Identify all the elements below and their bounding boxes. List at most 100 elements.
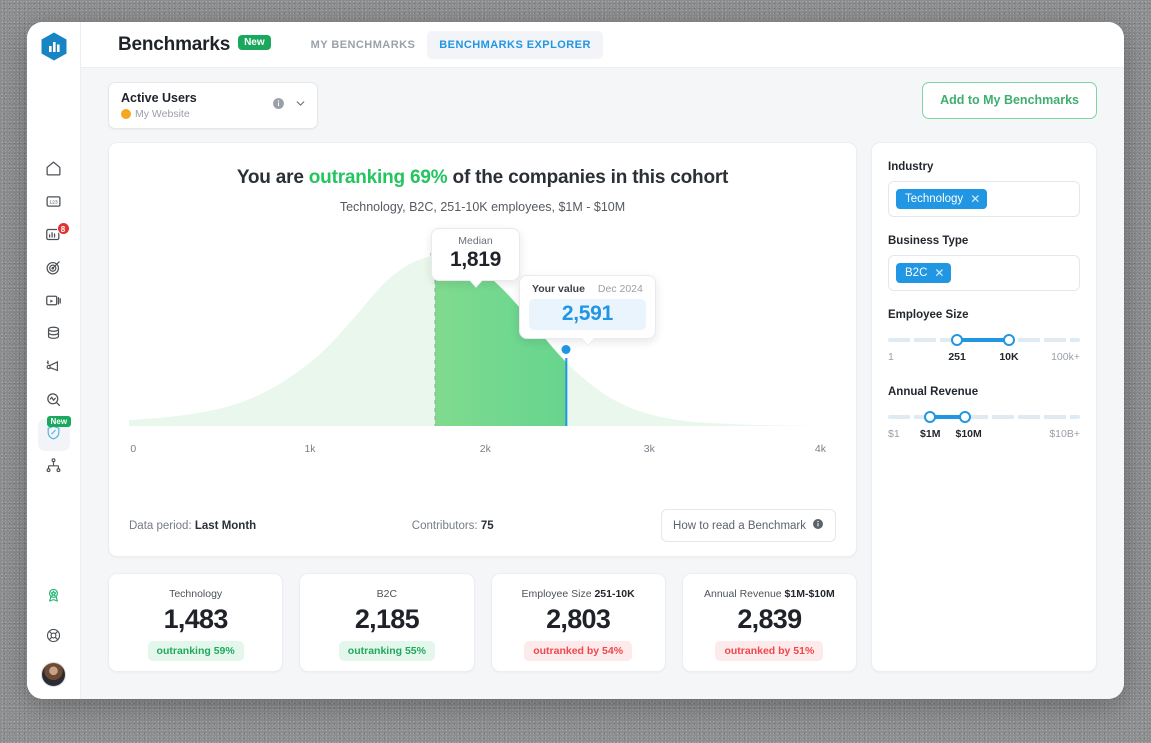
slider-range-fill bbox=[957, 338, 1009, 342]
avatar[interactable] bbox=[41, 662, 66, 687]
lifebuoy-help-icon bbox=[45, 627, 62, 649]
close-icon[interactable]: ✕ bbox=[934, 267, 944, 279]
x-tick-3k: 3k bbox=[643, 443, 655, 455]
megaphone-icon bbox=[45, 358, 62, 380]
stat-card-annual-revenue[interactable]: Annual Revenue $1M-$10M 2,839 outranked … bbox=[681, 573, 857, 672]
rail-bottom-group bbox=[38, 582, 70, 699]
sidebar-item-help[interactable] bbox=[38, 622, 70, 654]
numbers-123-icon: 123 bbox=[45, 193, 62, 215]
your-value-marker-dot bbox=[561, 345, 571, 354]
left-column: You are outranking 69% of the companies … bbox=[108, 142, 857, 672]
sidebar-item-team[interactable] bbox=[38, 452, 70, 484]
stat-card-title: B2C bbox=[310, 588, 463, 600]
chevron-down-icon[interactable] bbox=[294, 97, 307, 115]
add-to-my-benchmarks-button[interactable]: Add to My Benchmarks bbox=[922, 82, 1097, 119]
chip-b2c[interactable]: B2C ✕ bbox=[896, 263, 952, 283]
your-value-tooltip: Your value Dec 2024 2,591 bbox=[519, 275, 656, 346]
sidebar-item-numbers[interactable]: 123 bbox=[38, 188, 70, 220]
sidebar-item-data[interactable] bbox=[38, 320, 70, 352]
metric-selector[interactable]: Active Users My Website bbox=[108, 82, 318, 129]
stat-card-value: 1,483 bbox=[163, 604, 229, 634]
benchmarks-new-badge: New bbox=[46, 416, 72, 427]
cohort-subheadline: Technology, B2C, 251-10K employees, $1M … bbox=[339, 200, 626, 214]
headline-pre: You are bbox=[236, 167, 309, 188]
median-tooltip: Median 1,819 bbox=[431, 228, 521, 288]
sidebar-item-sessions[interactable] bbox=[38, 287, 70, 319]
stat-title-text: B2C bbox=[376, 588, 398, 600]
business-type-filter-label: Business Type bbox=[888, 235, 969, 247]
how-to-read-label: How to read a Benchmark bbox=[673, 519, 806, 532]
status-badge: outranked by 51% bbox=[715, 641, 824, 661]
status-badge: outranked by 54% bbox=[524, 641, 633, 661]
your-value-date: Dec 2024 bbox=[597, 283, 643, 295]
annual-revenue-slider[interactable] bbox=[888, 409, 1080, 425]
page-toolbar: Active Users My Website Add to My Benchm… bbox=[108, 82, 1097, 129]
slider-knob-lower[interactable] bbox=[924, 411, 937, 423]
data-period: Data period: Last Month bbox=[129, 520, 412, 532]
annual-revenue-tick-labels: $1 $1M $10M $10B+ bbox=[888, 428, 1080, 443]
your-value-amount: 2,591 bbox=[529, 299, 646, 330]
chip-label: Technology bbox=[905, 193, 964, 205]
metric-name: Active Users bbox=[121, 91, 197, 105]
tab-my-benchmarks[interactable]: MY BENCHMARKS bbox=[299, 31, 428, 59]
chip-technology[interactable]: Technology ✕ bbox=[896, 189, 988, 209]
main-area: Benchmarks New MY BENCHMARKS BENCHMARKS … bbox=[81, 22, 1124, 699]
industry-filter-input[interactable]: Technology ✕ bbox=[888, 181, 1080, 217]
tick-label: $1M bbox=[920, 428, 941, 440]
org-chart-icon bbox=[45, 457, 62, 479]
info-icon[interactable] bbox=[272, 97, 285, 115]
sidebar-item-insights[interactable] bbox=[38, 386, 70, 418]
magnifier-pulse-icon bbox=[45, 391, 62, 413]
tick-label: $10B+ bbox=[1049, 428, 1080, 440]
sidebar-item-benchmarks[interactable]: New bbox=[37, 416, 72, 451]
industry-filter-label: Industry bbox=[888, 161, 934, 173]
tab-benchmarks-explorer[interactable]: BENCHMARKS EXPLORER bbox=[427, 30, 603, 59]
contributors-value: 75 bbox=[480, 519, 494, 532]
metric-selector-texts: Active Users My Website bbox=[121, 91, 272, 120]
how-to-read-benchmark-button[interactable]: How to read a Benchmark bbox=[661, 509, 836, 542]
property-row: My Website bbox=[121, 108, 272, 120]
headline-post: of the companies in this cohort bbox=[447, 167, 729, 188]
tick-label: $1 bbox=[888, 428, 900, 440]
employee-size-filter: Employee Size 1 251 10K 100k+ bbox=[888, 309, 1080, 366]
slider-knob-lower[interactable] bbox=[951, 334, 964, 346]
sidebar-item-announcements[interactable] bbox=[38, 353, 70, 385]
sidebar-item-rewards[interactable] bbox=[38, 582, 70, 614]
stat-card-technology[interactable]: Technology 1,483 outranking 59% bbox=[108, 573, 284, 672]
headline: You are outranking 69% of the companies … bbox=[129, 167, 836, 189]
stat-title-strong: $1M-$10M bbox=[784, 588, 835, 600]
sidebar-item-home[interactable] bbox=[38, 155, 70, 187]
stat-card-b2c[interactable]: B2C 2,185 outranking 55% bbox=[299, 573, 475, 672]
stat-cards-row: Technology 1,483 outranking 59% B2C 2,18… bbox=[108, 573, 857, 672]
shield-check-icon bbox=[45, 424, 62, 446]
slider-track bbox=[888, 415, 1080, 419]
status-badge: outranking 55% bbox=[338, 641, 435, 661]
employee-size-slider[interactable] bbox=[888, 332, 1080, 348]
sidebar-item-goals[interactable] bbox=[38, 254, 70, 286]
home-icon bbox=[45, 160, 62, 182]
stat-title-text: Technology bbox=[169, 588, 223, 600]
benchmark-chart-card: You are outranking 69% of the companies … bbox=[108, 142, 857, 557]
slider-knob-upper[interactable] bbox=[1002, 334, 1015, 346]
close-icon[interactable]: ✕ bbox=[970, 193, 980, 205]
header-tabs: MY BENCHMARKS BENCHMARKS EXPLORER bbox=[299, 30, 603, 59]
left-nav-rail: 123 8 New bbox=[27, 22, 81, 699]
stat-card-value: 2,839 bbox=[737, 604, 802, 634]
chart-footer: Data period: Last Month Contributors: 75… bbox=[129, 509, 836, 542]
stat-card-title: Employee Size 251-10K bbox=[502, 588, 655, 600]
target-dart-icon bbox=[45, 259, 62, 281]
contributors-label: Contributors: bbox=[411, 519, 478, 532]
content-row: You are outranking 69% of the companies … bbox=[108, 142, 1097, 672]
property-color-dot bbox=[121, 109, 131, 119]
filters-panel: Industry Technology ✕ Business Type B2C … bbox=[871, 142, 1097, 672]
metric-selector-icons bbox=[272, 97, 307, 115]
headline-highlight: outranking 69% bbox=[308, 167, 448, 188]
slider-knob-upper[interactable] bbox=[958, 411, 971, 423]
app-logo[interactable] bbox=[41, 32, 67, 61]
rosette-award-icon bbox=[45, 587, 62, 609]
sidebar-item-reports[interactable]: 8 bbox=[38, 221, 70, 253]
stat-card-employee-size[interactable]: Employee Size 251-10K 2,803 outranked by… bbox=[490, 573, 666, 672]
annual-revenue-label: Annual Revenue bbox=[888, 386, 979, 398]
page-title-new-badge: New bbox=[238, 35, 271, 50]
business-type-filter-input[interactable]: B2C ✕ bbox=[888, 255, 1080, 291]
